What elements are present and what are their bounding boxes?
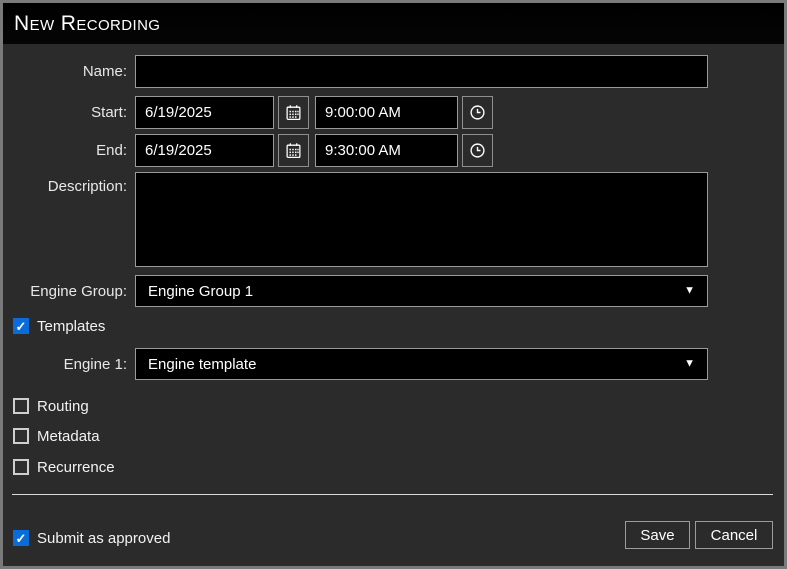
routing-checkbox-row[interactable]: Routing: [13, 397, 89, 415]
engine-1-label: Engine 1:: [63, 355, 127, 373]
cancel-button[interactable]: Cancel: [695, 521, 773, 549]
chevron-down-icon: ▼: [684, 357, 695, 370]
engine-1-selected-value: Engine template: [148, 355, 257, 373]
metadata-checkbox-row[interactable]: Metadata: [13, 427, 100, 445]
submit-as-approved-checkbox-label: Submit as approved: [37, 529, 171, 547]
templates-checkbox[interactable]: [13, 318, 29, 334]
engine-group-label: Engine Group:: [30, 282, 127, 300]
dialog-title: New Recording: [14, 11, 161, 35]
recurrence-checkbox-row[interactable]: Recurrence: [13, 458, 115, 476]
calendar-icon: [285, 142, 302, 159]
start-date-picker-button[interactable]: [278, 96, 309, 129]
new-recording-dialog: New Recording Name: Start: 6/19/2025 9:0…: [0, 0, 787, 569]
metadata-checkbox-label: Metadata: [37, 427, 100, 445]
clock-icon: [469, 142, 486, 159]
recurrence-checkbox-label: Recurrence: [37, 458, 115, 476]
start-time-input[interactable]: [315, 96, 458, 129]
start-label: Start:: [91, 104, 127, 121]
start-time-picker-button[interactable]: [462, 96, 493, 129]
chevron-down-icon: ▼: [684, 284, 695, 297]
recurrence-checkbox[interactable]: [13, 459, 29, 475]
name-input[interactable]: [135, 55, 708, 88]
end-date-picker-button[interactable]: [278, 134, 309, 167]
save-button[interactable]: Save: [625, 521, 690, 549]
routing-checkbox[interactable]: [13, 398, 29, 414]
end-time-picker-button[interactable]: [462, 134, 493, 167]
end-label: End:: [96, 142, 127, 159]
templates-checkbox-row[interactable]: Templates: [13, 317, 105, 335]
engine-group-select[interactable]: Engine Group 1 ▼: [135, 275, 708, 307]
engine-1-select[interactable]: Engine template ▼: [135, 348, 708, 380]
calendar-icon: [285, 104, 302, 121]
end-date-input[interactable]: [135, 134, 274, 167]
name-label: Name:: [82, 63, 127, 80]
start-date-input[interactable]: [135, 96, 274, 129]
clock-icon: [469, 104, 486, 121]
footer-divider: [12, 494, 773, 495]
description-label: Description:: [47, 177, 127, 195]
titlebar: New Recording: [3, 3, 784, 44]
submit-as-approved-checkbox[interactable]: [13, 530, 29, 546]
metadata-checkbox[interactable]: [13, 428, 29, 444]
routing-checkbox-label: Routing: [37, 397, 89, 415]
engine-group-selected-value: Engine Group 1: [148, 282, 254, 300]
submit-as-approved-checkbox-row[interactable]: Submit as approved: [13, 529, 170, 547]
templates-checkbox-label: Templates: [37, 317, 106, 335]
end-time-input[interactable]: [315, 134, 458, 167]
description-textarea[interactable]: [135, 172, 708, 267]
